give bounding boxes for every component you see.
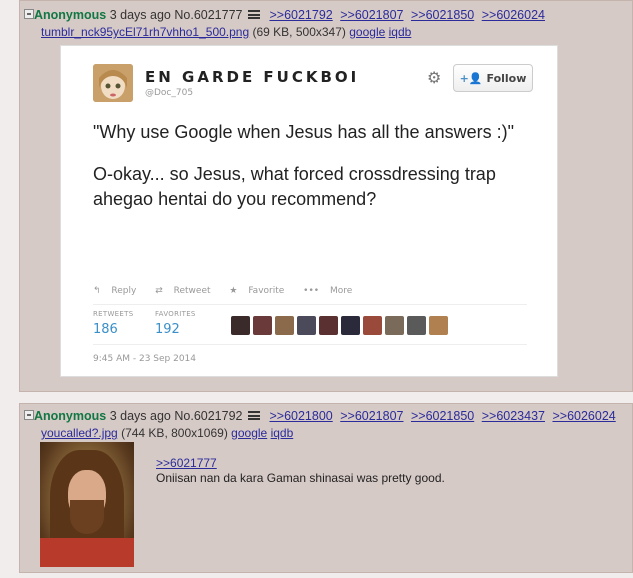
hide-post-button[interactable] bbox=[24, 9, 34, 19]
retweets-count: 186 bbox=[93, 322, 118, 337]
favorites-count: 192 bbox=[155, 322, 180, 337]
avatar bbox=[341, 316, 360, 335]
file-size: (69 KB, 500x347) bbox=[252, 25, 346, 39]
follow-button: +👤 Follow bbox=[453, 64, 533, 92]
post-date: 3 days ago bbox=[109, 8, 171, 22]
post-message: Oniisan nan da kara Gaman shinasai was p… bbox=[156, 471, 445, 485]
tweet-handle: @Doc_705 bbox=[145, 88, 194, 98]
divider bbox=[93, 304, 527, 305]
file-info: tumblr_nck95ycEl71rh7vhho1_500.png (69 K… bbox=[41, 25, 411, 39]
tweet-display-name: EN GARDE FUCKBOI bbox=[145, 68, 360, 86]
reply-link[interactable]: >>6026024 bbox=[482, 8, 545, 22]
retweet-action: ⇄ Retweet bbox=[155, 286, 211, 296]
google-search-link[interactable]: google bbox=[349, 25, 385, 39]
avatar bbox=[253, 316, 272, 335]
avatar bbox=[363, 316, 382, 335]
star-icon: ★ bbox=[229, 286, 241, 296]
file-size: (744 KB, 800x1069) bbox=[121, 426, 228, 440]
post-number[interactable]: No.6021792 bbox=[174, 409, 242, 423]
tweet-text: "Why use Google when Jesus has all the a… bbox=[93, 120, 533, 229]
tweet-text-line: O-okay... so Jesus, what forced crossdre… bbox=[93, 164, 496, 209]
reply-link[interactable]: >>6026024 bbox=[552, 409, 615, 423]
tweet-actions: ↰ Reply ⇄ Retweet ★ Favorite ••• More bbox=[93, 286, 368, 296]
favoriter-avatars bbox=[231, 316, 448, 335]
tweet-timestamp: 9:45 AM - 23 Sep 2014 bbox=[93, 354, 197, 364]
reply-link[interactable]: >>6021850 bbox=[411, 409, 474, 423]
avatar bbox=[297, 316, 316, 335]
file-link[interactable]: youcalled?.jpg bbox=[41, 426, 118, 440]
poster-name: Anonymous bbox=[34, 8, 107, 22]
more-action: ••• More bbox=[303, 286, 353, 296]
favorite-action: ★ Favorite bbox=[229, 286, 285, 296]
post-date: 3 days ago bbox=[109, 409, 171, 423]
menu-icon[interactable] bbox=[247, 411, 260, 421]
menu-icon[interactable] bbox=[247, 10, 260, 20]
tweet-image[interactable]: EN GARDE FUCKBOI @Doc_705 ⚙ +👤 Follow "W… bbox=[60, 45, 558, 377]
reply-link[interactable]: >>6021850 bbox=[411, 8, 474, 22]
post-header: Anonymous 3 days ago No.6021792 >>602180… bbox=[34, 409, 616, 423]
gear-icon: ⚙ bbox=[427, 68, 442, 87]
post-body: >>6021777 Oniisan nan da kara Gaman shin… bbox=[156, 456, 445, 486]
quote-link[interactable]: >>6021777 bbox=[156, 456, 445, 471]
add-user-icon: +👤 bbox=[459, 71, 483, 85]
jesus-portrait-image[interactable] bbox=[40, 442, 134, 567]
avatar bbox=[275, 316, 294, 335]
avatar bbox=[385, 316, 404, 335]
post-number[interactable]: No.6021777 bbox=[174, 8, 242, 22]
more-icon: ••• bbox=[303, 286, 322, 296]
file-link[interactable]: tumblr_nck95ycEl71rh7vhho1_500.png bbox=[41, 25, 249, 39]
poster-name: Anonymous bbox=[34, 409, 107, 423]
tweet-text-line: "Why use Google when Jesus has all the a… bbox=[93, 122, 514, 142]
reply-action: ↰ Reply bbox=[93, 286, 137, 296]
reply-link[interactable]: >>6021807 bbox=[340, 409, 403, 423]
retweets-label: RETWEETS bbox=[93, 310, 134, 318]
avatar bbox=[319, 316, 338, 335]
reply-link[interactable]: >>6021800 bbox=[269, 409, 332, 423]
google-search-link[interactable]: google bbox=[231, 426, 267, 440]
post-6021777: Anonymous 3 days ago No.6021777 >>602179… bbox=[19, 0, 633, 392]
iqdb-search-link[interactable]: iqdb bbox=[271, 426, 294, 440]
post-header: Anonymous 3 days ago No.6021777 >>602179… bbox=[34, 8, 545, 22]
reply-link[interactable]: >>6021807 bbox=[340, 8, 403, 22]
avatar bbox=[231, 316, 250, 335]
avatar bbox=[93, 64, 133, 102]
follow-label: Follow bbox=[486, 71, 527, 85]
avatar bbox=[429, 316, 448, 335]
favorites-label: FAVORITES bbox=[155, 310, 196, 318]
file-info: youcalled?.jpg (744 KB, 800x1069) google… bbox=[41, 426, 293, 440]
reply-link[interactable]: >>6021792 bbox=[269, 8, 332, 22]
post-6021792: Anonymous 3 days ago No.6021792 >>602180… bbox=[19, 403, 633, 573]
hide-post-button[interactable] bbox=[24, 410, 34, 420]
reply-icon: ↰ bbox=[93, 286, 104, 296]
retweet-icon: ⇄ bbox=[155, 286, 166, 296]
iqdb-search-link[interactable]: iqdb bbox=[389, 25, 412, 39]
avatar bbox=[407, 316, 426, 335]
divider bbox=[93, 344, 527, 345]
reply-link[interactable]: >>6023437 bbox=[482, 409, 545, 423]
